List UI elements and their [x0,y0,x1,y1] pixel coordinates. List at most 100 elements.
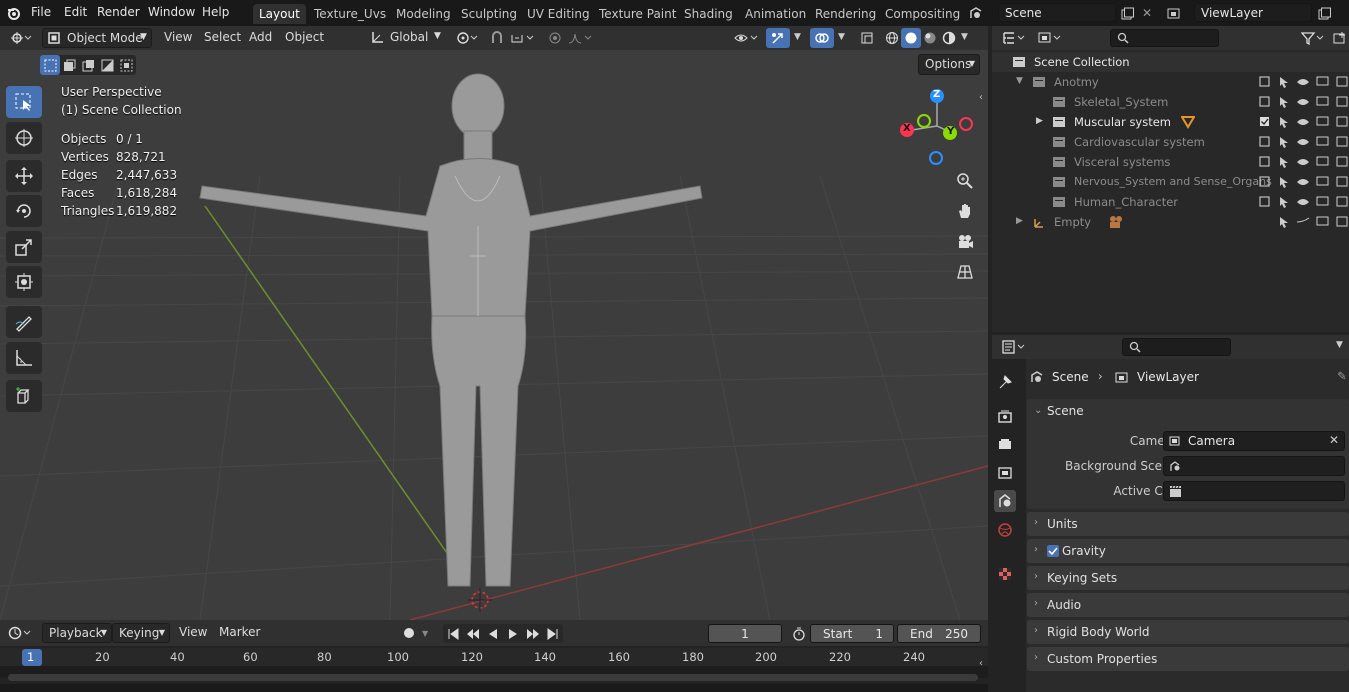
timeline-menu-view[interactable]: View [173,623,213,643]
tab-world[interactable] [994,519,1016,541]
new-collection-icon[interactable] [1330,28,1349,48]
camera-view-icon[interactable] [952,229,978,255]
scene-panel-title[interactable]: Scene [1047,404,1084,418]
anatomy-model[interactable] [199,73,703,587]
new-scene-icon[interactable] [1117,3,1137,23]
rotate-tool[interactable] [6,195,42,227]
vp-menu-view[interactable]: View [158,28,198,48]
annotate-tool[interactable] [6,306,42,338]
navigation-gizmo[interactable]: Z Y X [898,86,976,166]
panel-gravity[interactable]: › Gravity [1027,539,1349,563]
select-subtract-icon[interactable] [78,55,98,75]
keying-dropdown[interactable]: Keying ▼ [112,623,170,643]
mode-dropdown[interactable]: Object Mode ▼ [42,28,152,48]
clear-icon[interactable]: ✕ [1329,433,1339,447]
gravity-checkbox[interactable] [1047,545,1059,557]
panel-audio[interactable]: › Audio [1027,593,1349,617]
tab-texture-uvs[interactable]: Texture_Uvs [308,4,392,24]
current-frame-field[interactable]: 1 [708,624,782,643]
jump-start-icon[interactable] [443,624,463,644]
select-box-tool[interactable] [6,86,42,118]
visibility-icon[interactable] [732,28,762,48]
timeline-menu-marker[interactable]: Marker [213,623,266,643]
next-keyframe-icon[interactable] [523,624,543,644]
expand-arrow-icon[interactable]: ▶ [1036,116,1043,126]
scene-name-field[interactable]: Scene [998,3,1116,22]
proportional-edit-icon[interactable] [545,28,565,48]
outliner-editor-type-icon[interactable] [1000,28,1030,48]
move-tool[interactable] [6,160,42,192]
scene-selector-icon[interactable] [966,3,986,23]
breadcrumb-viewlayer[interactable]: ViewLayer [1137,370,1199,384]
chevron-down-icon[interactable]: ▼ [1336,340,1343,350]
tab-rendering[interactable]: Rendering [809,4,882,24]
view-layer-field[interactable]: ViewLayer [1194,3,1312,22]
tab-scene[interactable] [994,490,1016,512]
timeline-editor-type-icon[interactable] [6,623,36,643]
chevron-down-icon[interactable]: ⌄ [1034,405,1042,416]
snap-icon[interactable] [487,28,507,48]
auto-keying-icon[interactable] [399,623,419,643]
delete-scene-icon[interactable]: ✕ [1137,3,1157,23]
wireframe-shading-icon[interactable] [882,28,902,48]
menu-window[interactable]: Window [148,5,195,19]
perspective-toggle-icon[interactable] [952,259,978,285]
filter-icon[interactable] [1299,28,1329,48]
camera-field[interactable]: Camera ✕ [1163,431,1345,451]
select-extend-icon[interactable] [59,55,79,75]
editor-type-icon[interactable] [6,28,36,48]
stopwatch-icon[interactable] [789,624,809,644]
scale-tool[interactable] [6,231,42,263]
vp-menu-object[interactable]: Object [279,28,330,48]
chevron-down-icon[interactable]: ▼ [422,629,428,638]
overlays-toggle-icon[interactable] [810,28,834,48]
tab-animation[interactable]: Animation [739,4,812,24]
pivot-point-icon[interactable] [454,28,482,48]
collapse-arrow-icon[interactable]: ▼ [1016,76,1023,86]
vp-menu-select[interactable]: Select [198,28,247,48]
tab-modeling[interactable]: Modeling [390,4,457,24]
properties-search-field[interactable] [1122,338,1231,356]
solid-shading-icon[interactable] [901,28,921,48]
new-view-layer-icon[interactable] [1314,3,1334,23]
3d-viewport[interactable]: Object Mode ▼ View Select Add Object Glo… [0,26,988,620]
tab-tool[interactable] [994,371,1016,393]
panel-rigid-body-world[interactable]: › Rigid Body World [1027,620,1349,644]
options-dropdown[interactable]: Options ▼ [918,54,980,75]
tab-sculpting[interactable]: Sculpting [455,4,523,24]
pin-icon[interactable]: ✎ [1337,369,1347,383]
pan-hand-icon[interactable] [952,198,978,224]
play-reverse-icon[interactable] [483,624,503,644]
chevron-down-icon[interactable]: ▼ [961,32,968,42]
properties-editor-type-icon[interactable] [1000,337,1030,357]
prev-keyframe-icon[interactable] [463,624,483,644]
panel-custom-properties[interactable]: › Custom Properties [1027,647,1349,671]
menu-render[interactable]: Render [97,5,140,19]
start-frame-field[interactable]: Start 1 [810,624,894,643]
zoom-icon[interactable] [952,168,978,194]
tab-output[interactable] [994,434,1016,456]
measure-tool[interactable] [6,342,42,374]
panel-keying-sets[interactable]: › Keying Sets [1027,566,1349,590]
rendered-shading-icon[interactable] [939,28,959,48]
select-intersect-icon[interactable] [116,55,136,75]
menu-help[interactable]: Help [202,5,229,19]
tab-view-layer[interactable] [994,462,1016,484]
transform-orientation-dropdown[interactable]: Global ▼ [366,28,446,48]
panel-units[interactable]: › Units [1027,512,1349,536]
timeline-scrollbar[interactable] [8,674,978,681]
material-shading-icon[interactable] [920,28,940,48]
cursor-tool[interactable] [6,122,42,154]
select-new-icon[interactable] [40,55,60,75]
display-mode-icon[interactable] [1036,28,1066,48]
chevron-down-icon[interactable]: ▼ [838,32,845,42]
blender-logo-icon[interactable] [6,5,22,21]
menu-edit[interactable]: Edit [64,5,87,19]
xray-toggle-icon[interactable] [857,28,877,48]
end-frame-field[interactable]: End 250 [897,624,981,643]
view-layer-icon[interactable] [1164,3,1184,23]
tab-uv-editing[interactable]: UV Editing [521,4,596,24]
chevron-down-icon[interactable]: ▼ [794,32,801,42]
restriction-toggles[interactable] [1258,74,1348,234]
outliner-search-field[interactable] [1110,29,1219,47]
